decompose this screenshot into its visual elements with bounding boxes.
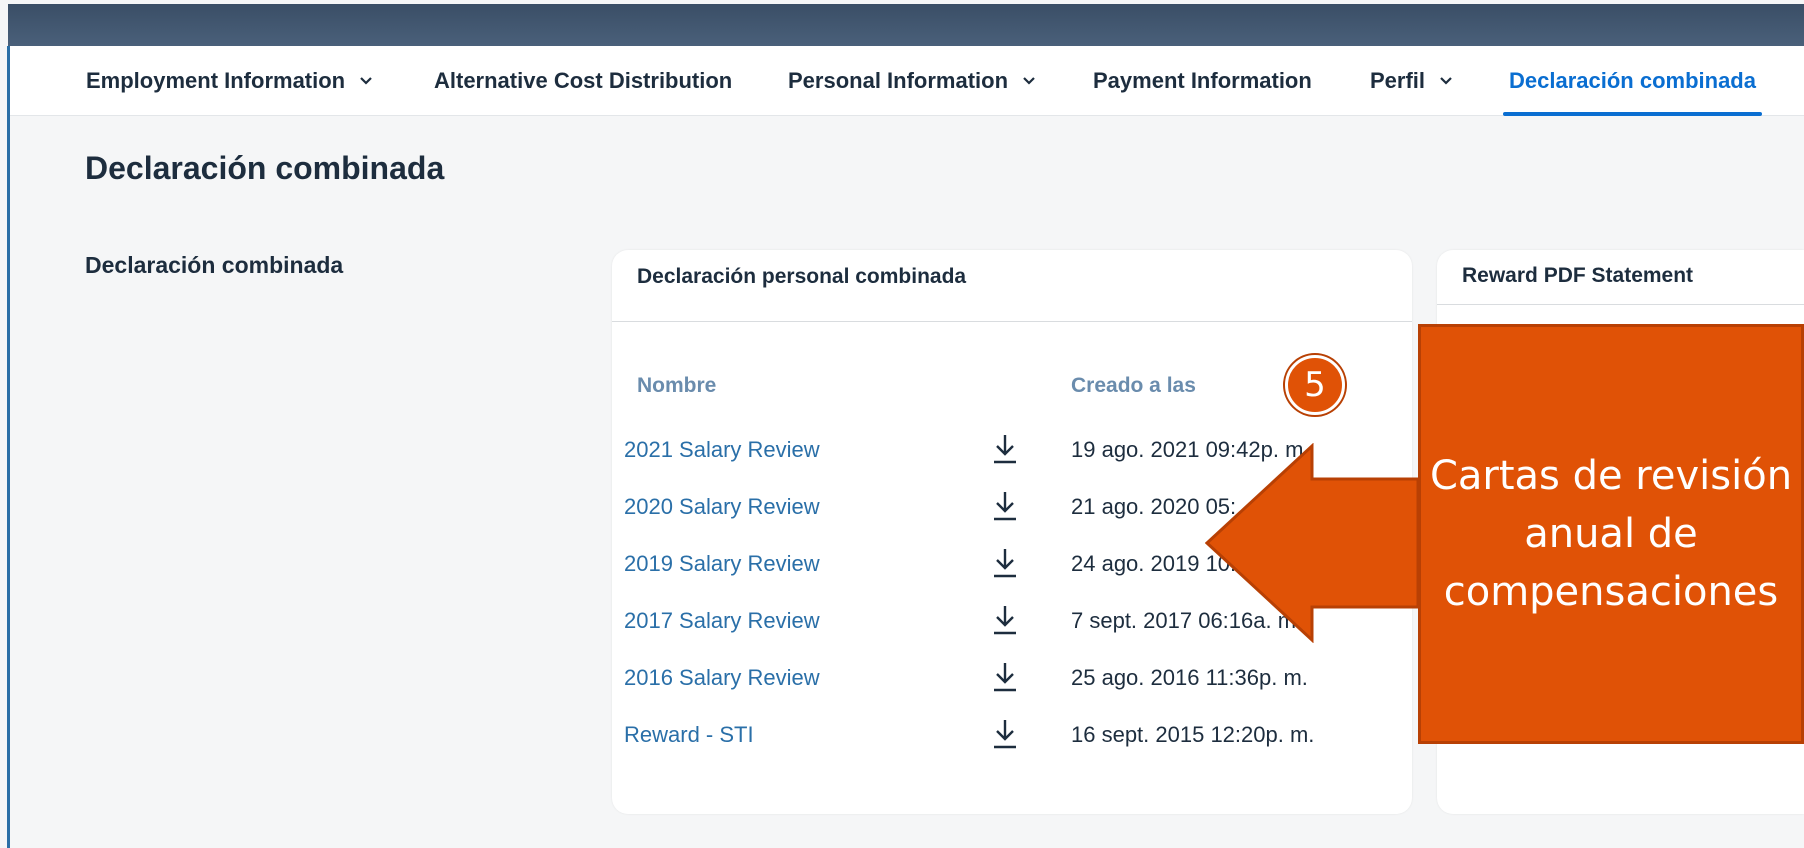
download-icon[interactable] — [990, 717, 1020, 751]
nav-payment-information[interactable]: Payment Information — [1093, 46, 1312, 116]
shell-header-bar — [8, 4, 1804, 46]
nav-employment-information[interactable]: Employment Information — [86, 46, 373, 116]
nav-item-label: Alternative Cost Distribution — [434, 68, 733, 93]
column-header-name[interactable]: Nombre — [637, 374, 716, 398]
step-number-badge: 5 — [1285, 355, 1345, 415]
chevron-down-icon — [1440, 77, 1452, 85]
statement-link[interactable]: 2019 Salary Review — [624, 551, 820, 577]
callout-arrow-icon — [1205, 443, 1420, 643]
column-header-created[interactable]: Creado a las — [1071, 374, 1196, 398]
nav-alternative-cost-distribution[interactable]: Alternative Cost Distribution — [434, 46, 732, 116]
annotation-text: Cartas de revisión anual de compensacion… — [1429, 453, 1793, 615]
download-icon[interactable] — [990, 432, 1020, 466]
table-row: 2016 Salary Review 25 ago. 2016 11:36p. … — [612, 658, 1412, 698]
nav-item-label: Personal Information — [788, 68, 1009, 93]
card-header: Reward PDF Statement — [1437, 250, 1804, 305]
chevron-down-icon — [360, 77, 372, 85]
annotation-callout: Cartas de revisión anual de compensacion… — [1418, 324, 1804, 744]
download-icon[interactable] — [990, 660, 1020, 694]
nav-item-label: Employment Information — [86, 68, 346, 93]
nav-personal-information[interactable]: Personal Information — [788, 46, 1036, 116]
profile-nav-bar: Employment Information Alternative Cost … — [10, 46, 1804, 116]
download-icon[interactable] — [990, 603, 1020, 637]
statement-link[interactable]: Reward - STI — [624, 722, 754, 748]
nav-item-label: Declaración combinada — [1509, 68, 1756, 93]
table-row: Reward - STI 16 sept. 2015 12:20p. m. — [612, 715, 1412, 755]
card-title: Declaración personal combinada — [637, 265, 967, 288]
nav-item-label: Payment Information — [1093, 68, 1312, 93]
card-title: Reward PDF Statement — [1462, 264, 1694, 287]
chevron-down-icon — [1023, 77, 1035, 85]
download-icon[interactable] — [990, 489, 1020, 523]
left-edge-accent — [7, 46, 10, 848]
created-date: 16 sept. 2015 12:20p. m. — [1071, 722, 1315, 747]
section-label: Declaración combinada — [85, 252, 344, 278]
nav-perfil[interactable]: Perfil — [1370, 46, 1453, 116]
statement-link[interactable]: 2021 Salary Review — [624, 437, 820, 463]
created-date: 25 ago. 2016 11:36p. m. — [1071, 665, 1308, 690]
statement-link[interactable]: 2016 Salary Review — [624, 665, 820, 691]
page-title: Declaración combinada — [85, 150, 445, 186]
download-icon[interactable] — [990, 546, 1020, 580]
card-header: Declaración personal combinada — [612, 250, 1412, 322]
nav-declaracion-combinada[interactable]: Declaración combinada — [1503, 46, 1762, 116]
statement-link[interactable]: 2017 Salary Review — [624, 608, 820, 634]
nav-item-label: Perfil — [1370, 68, 1426, 93]
statement-link[interactable]: 2020 Salary Review — [624, 494, 820, 520]
